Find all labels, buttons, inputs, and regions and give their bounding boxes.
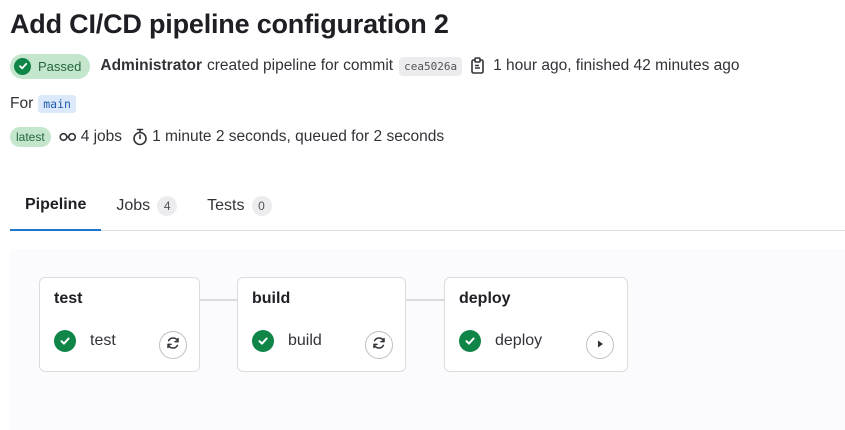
author-link[interactable]: Administrator <box>100 57 202 75</box>
jobs-count: 4 jobs <box>80 128 123 145</box>
status-badge[interactable]: Passed <box>10 53 91 79</box>
stage-title: test <box>54 290 83 307</box>
tab-tests[interactable]: Tests 0 <box>192 181 286 230</box>
pipeline-tabs: Pipeline Jobs 4 Tests 0 <box>10 181 845 231</box>
stage-connector <box>200 299 237 301</box>
retry-icon <box>372 336 386 355</box>
stage-title: build <box>252 290 291 307</box>
job-build[interactable]: build <box>252 330 322 352</box>
tab-pipeline[interactable]: Pipeline <box>10 181 102 231</box>
commit-sha-link[interactable]: cea5026a <box>399 56 463 76</box>
pipeline-header-meta: Passed Administrator created pipeline fo… <box>10 53 740 79</box>
play-button[interactable] <box>586 331 614 359</box>
page-title: Add CI/CD pipeline configuration 2 <box>10 9 449 39</box>
job-test[interactable]: test <box>54 330 116 352</box>
stage-title: deploy <box>459 290 511 307</box>
pipeline-stats-row: latest 4 jobs 1 minute 2 seconds, queued… <box>10 126 444 148</box>
tab-label: Pipeline <box>25 196 87 213</box>
job-name: deploy <box>495 332 543 349</box>
action-text: created pipeline for commit <box>207 57 394 74</box>
ref-branch-link[interactable]: main <box>38 95 76 113</box>
tab-label: Tests <box>207 196 245 214</box>
retry-button[interactable] <box>365 331 393 359</box>
stage-build: build build <box>237 277 406 372</box>
retry-button[interactable] <box>159 331 187 359</box>
job-name: build <box>288 332 322 349</box>
job-deploy[interactable]: deploy <box>459 330 542 352</box>
pipeline-graph: test test build build deploy deploy <box>10 249 845 430</box>
latest-badge: latest <box>10 127 51 147</box>
timer-icon <box>132 128 148 146</box>
stage-connector <box>405 299 444 301</box>
status-success-icon <box>54 330 76 352</box>
pipeline-jobs-icon <box>59 131 77 143</box>
pipeline-duration: 1 minute 2 seconds, queued for 2 seconds <box>152 128 445 145</box>
stage-deploy: deploy deploy <box>444 277 628 372</box>
play-icon <box>595 336 605 354</box>
tab-count-badge: 0 <box>251 195 272 216</box>
copy-clipboard-icon[interactable] <box>470 57 486 75</box>
retry-icon <box>166 336 180 355</box>
stage-test: test test <box>39 277 200 372</box>
job-name: test <box>90 332 116 349</box>
tab-count-badge: 4 <box>157 195 178 216</box>
tab-jobs[interactable]: Jobs 4 <box>101 181 192 230</box>
status-success-icon <box>252 330 274 352</box>
pipeline-ref-row: For main <box>10 94 76 114</box>
check-circle-icon <box>14 57 31 75</box>
tab-label: Jobs <box>116 196 151 214</box>
pipeline-timing: 1 hour ago, finished 42 minutes ago <box>493 57 740 74</box>
status-label: Passed <box>38 58 82 74</box>
status-success-icon <box>459 330 481 352</box>
for-label: For <box>10 95 34 112</box>
